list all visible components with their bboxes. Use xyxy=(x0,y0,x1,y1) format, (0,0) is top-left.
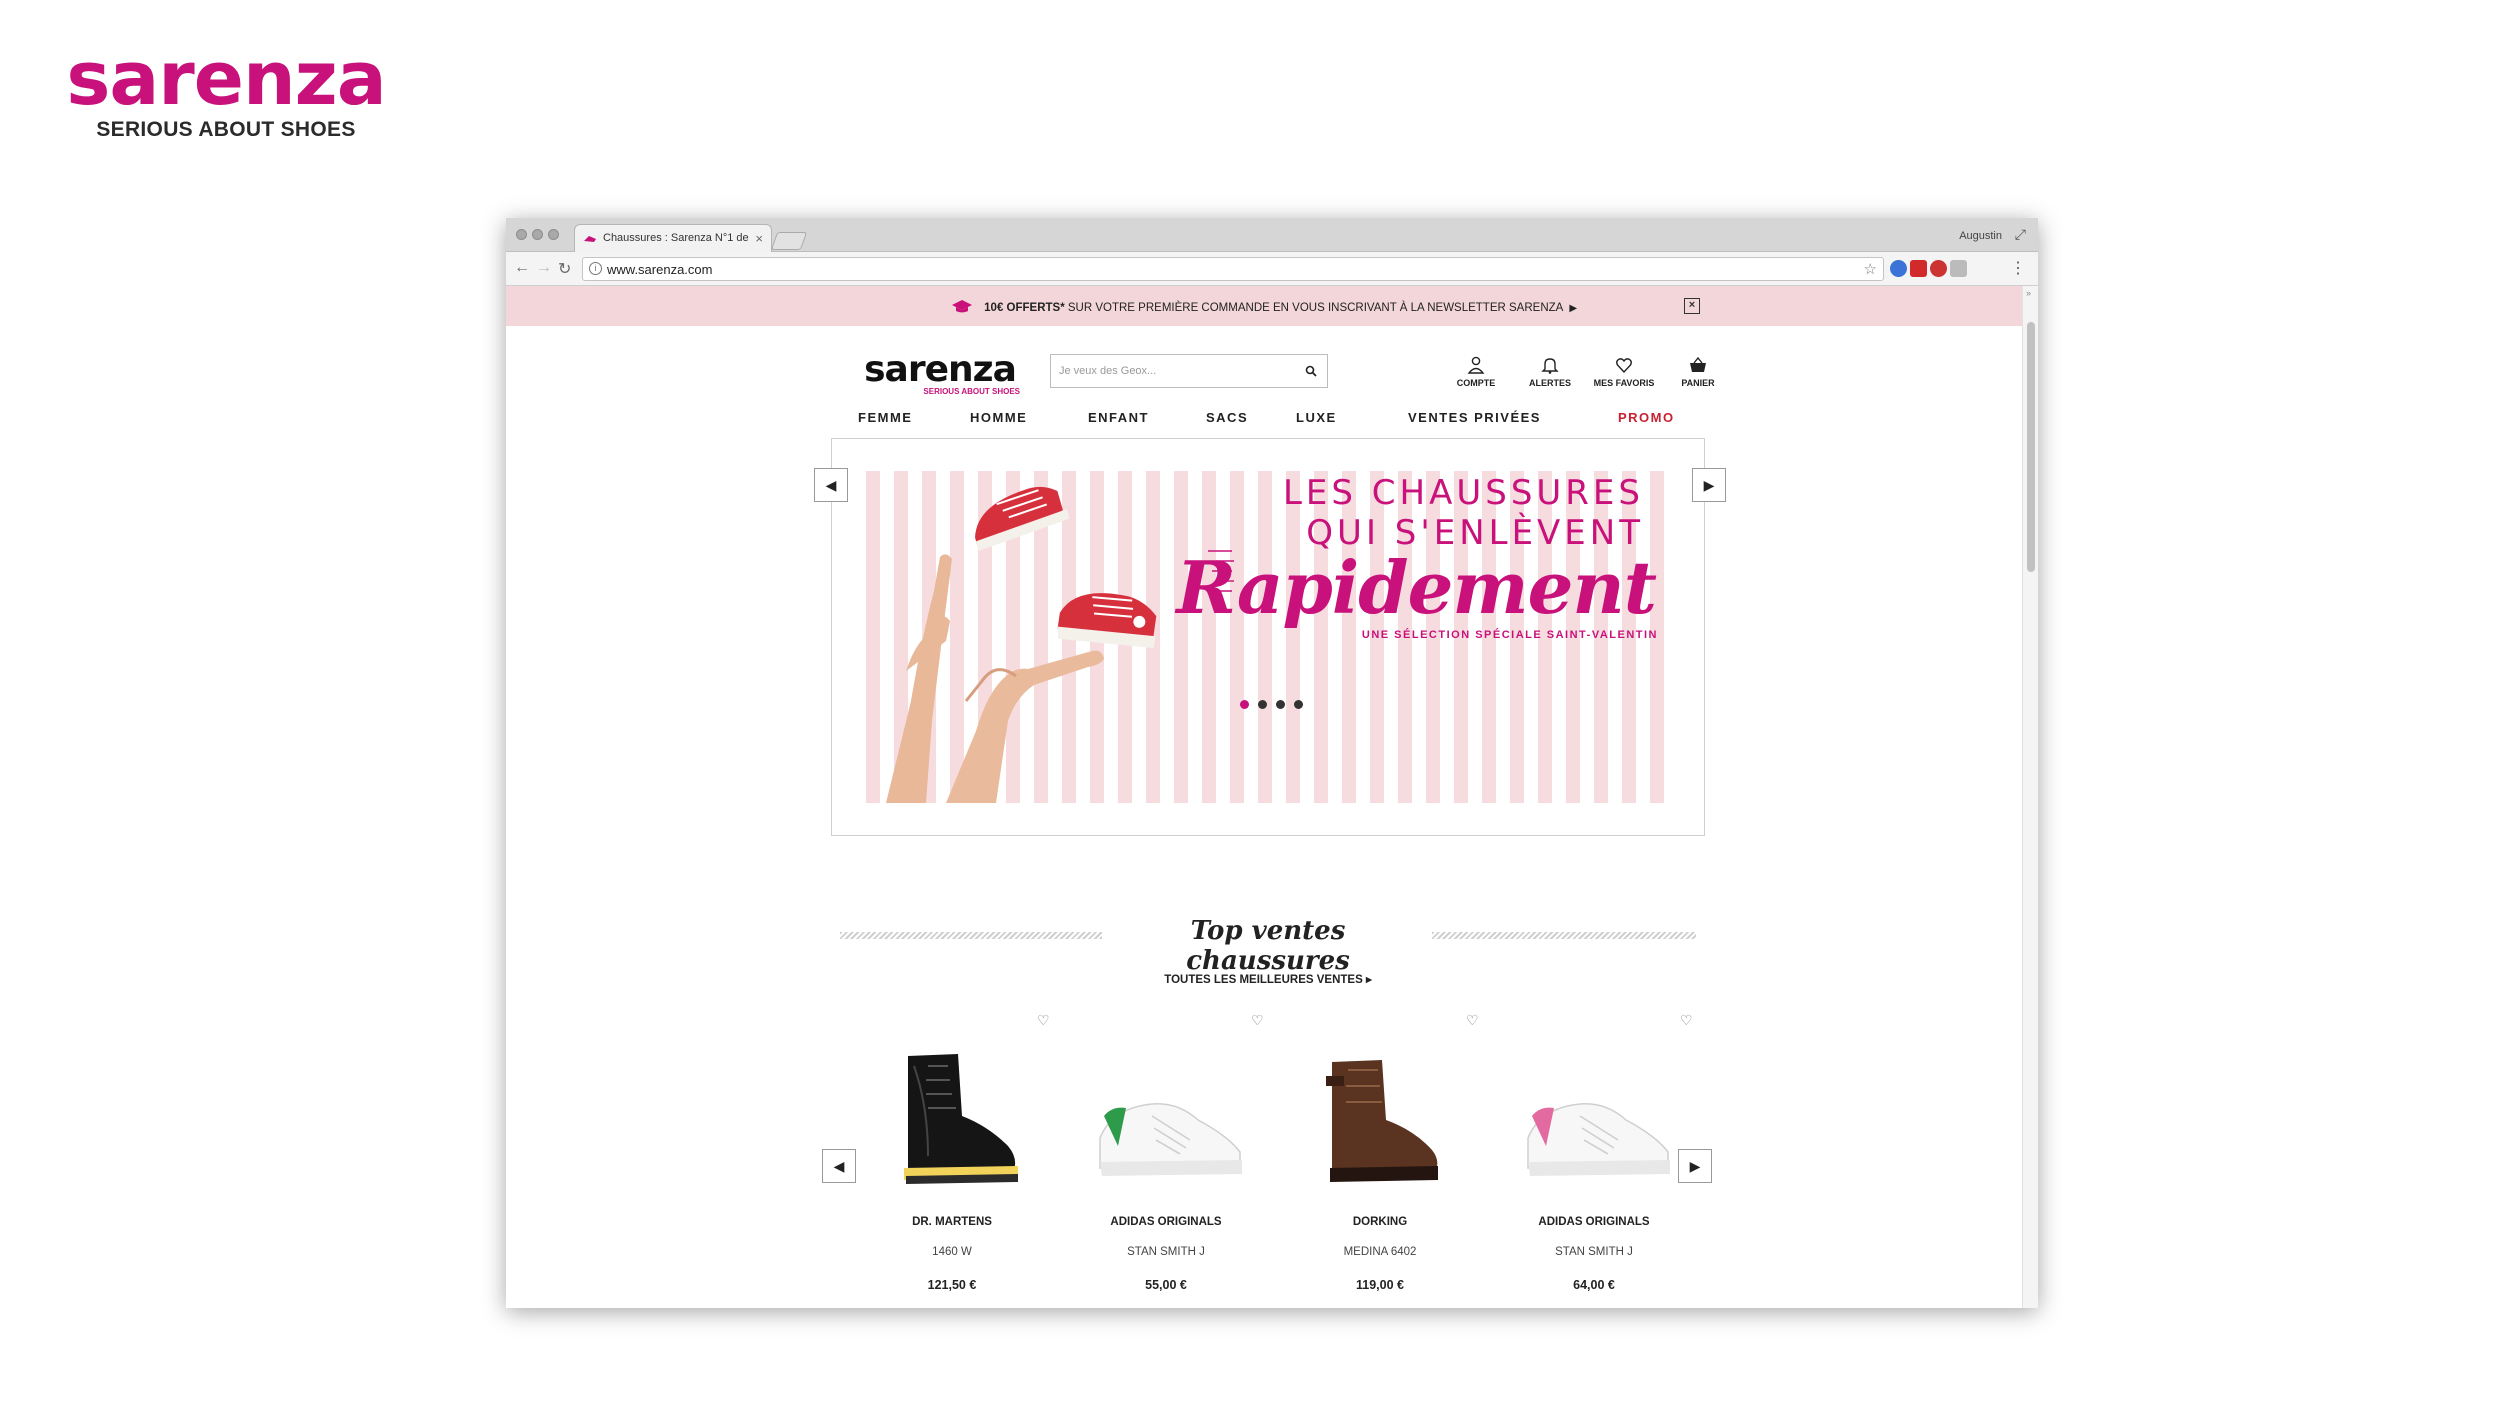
bookmark-star-icon[interactable]: ☆ xyxy=(1864,260,1877,278)
section-title: Top ventes chaussures xyxy=(1186,916,1350,976)
browser-tab[interactable]: Chaussures : Sarenza N°1 de × xyxy=(574,224,772,252)
nav-ventes-privees[interactable]: VENTES PRIVÉES xyxy=(1408,410,1541,425)
nav-luxe[interactable]: LUXE xyxy=(1296,410,1337,425)
extension-icon[interactable] xyxy=(1930,260,1947,277)
product-image[interactable] xyxy=(1082,1046,1252,1196)
search-input[interactable]: Je veux des Geox... xyxy=(1050,354,1328,388)
hero-banner-image[interactable]: LES CHAUSSURES QUI S'ENLÈVENT Rapidement… xyxy=(866,471,1670,803)
products-next-button[interactable]: ▶ xyxy=(1678,1149,1712,1183)
product-model[interactable]: 1460 W xyxy=(852,1246,1052,1258)
alerts-label: ALERTES xyxy=(1528,378,1571,388)
sarenza-favicon-icon xyxy=(584,236,596,242)
back-icon[interactable]: ← xyxy=(514,259,530,277)
product-price: 55,00 € xyxy=(1145,1278,1187,1292)
brand-tagline: SERIOUS ABOUT SHOES xyxy=(96,118,356,141)
hero-prev-button[interactable]: ◀ xyxy=(814,468,848,502)
search-placeholder: Je veux des Geox... xyxy=(1059,365,1157,377)
browser-profile-name[interactable]: Augustin xyxy=(1959,230,2002,242)
extension-icon[interactable] xyxy=(1890,260,1907,277)
hero-subtitle: UNE SÉLECTION SPÉCIALE SAINT-VALENTIN xyxy=(1361,629,1658,641)
site-info-icon[interactable]: i xyxy=(589,262,602,275)
favorite-heart-icon[interactable]: ♡ xyxy=(1251,1012,1264,1029)
browser-menu-icon[interactable]: ⋮ xyxy=(2010,258,2026,278)
product-brand[interactable]: DORKING xyxy=(1280,1216,1480,1228)
nav-sacs[interactable]: SACS xyxy=(1206,410,1248,425)
extension-icon[interactable] xyxy=(1950,260,1967,277)
user-icon xyxy=(1467,356,1485,374)
address-bar-url: www.sarenza.com xyxy=(607,262,713,277)
nav-homme[interactable]: HOMME xyxy=(970,410,1027,425)
nav-enfant[interactable]: ENFANT xyxy=(1088,410,1149,425)
cart-label: PANIER xyxy=(1681,378,1715,388)
section-divider xyxy=(1432,932,1696,939)
account-link[interactable]: COMPTE xyxy=(1440,356,1512,388)
graduation-cap-icon xyxy=(951,300,972,313)
product-price: 119,00 € xyxy=(1356,1278,1404,1292)
new-tab-button[interactable] xyxy=(770,232,808,250)
brand-logo: sarenza xyxy=(66,36,386,122)
arrow-right-icon: ▶ xyxy=(1569,303,1578,314)
tab-close-icon[interactable]: × xyxy=(755,231,763,246)
hero-headline-rapidement: Rapidement xyxy=(1176,545,1657,630)
product-model[interactable]: STAN SMITH J xyxy=(1066,1246,1266,1258)
site-logo[interactable]: sarenza SERIOUS ABOUT SHOES xyxy=(854,349,1026,397)
section-divider xyxy=(840,932,1102,939)
hero-next-button[interactable]: ▶ xyxy=(1692,468,1726,502)
browser-titlebar: Chaussures : Sarenza N°1 de × Augustin ⤢ xyxy=(506,218,2038,252)
scrollbar-thumb[interactable] xyxy=(2027,322,2035,572)
site-logo-word: sarenza xyxy=(864,349,1017,390)
carousel-dot[interactable] xyxy=(1294,700,1303,709)
favorite-heart-icon[interactable]: ♡ xyxy=(1037,1012,1050,1029)
page-viewport: 10€ OFFERTS* SUR VOTRE PREMIÈRE COMMANDE… xyxy=(506,286,2022,1308)
zoom-window-button[interactable] xyxy=(548,229,559,240)
account-label: COMPTE xyxy=(1456,378,1496,388)
extension-icon[interactable] xyxy=(1910,260,1927,277)
newsletter-close-button[interactable]: × xyxy=(1684,298,1700,314)
heart-icon xyxy=(1616,358,1632,374)
alerts-link[interactable]: ALERTES xyxy=(1514,356,1586,388)
page-scrollbar[interactable]: » xyxy=(2022,286,2038,1308)
product-brand[interactable]: ADIDAS ORIGINALS xyxy=(1066,1216,1266,1228)
brand-logo-block: sarenza SERIOUS ABOUT SHOES xyxy=(56,42,396,142)
fullscreen-icon[interactable]: ⤢ xyxy=(2015,226,2026,243)
newsletter-banner[interactable]: 10€ OFFERTS* SUR VOTRE PREMIÈRE COMMANDE… xyxy=(506,286,2022,326)
product-brand[interactable]: ADIDAS ORIGINALS xyxy=(1494,1216,1694,1228)
product-price: 121,50 € xyxy=(927,1278,977,1292)
carousel-dot[interactable] xyxy=(1258,700,1267,709)
forward-icon[interactable]: → xyxy=(536,259,552,277)
address-bar[interactable]: i www.sarenza.com ☆ xyxy=(582,257,1884,281)
product-model[interactable]: MEDINA 6402 xyxy=(1280,1246,1480,1258)
scroll-up-icon[interactable]: » xyxy=(2026,288,2031,298)
bell-icon xyxy=(1541,358,1559,374)
products-prev-button[interactable]: ◀ xyxy=(822,1149,856,1183)
nav-femme[interactable]: FEMME xyxy=(858,410,912,425)
nav-promo[interactable]: PROMO xyxy=(1618,410,1675,425)
favorite-heart-icon[interactable]: ♡ xyxy=(1680,1012,1693,1029)
favorite-heart-icon[interactable]: ♡ xyxy=(1466,1012,1479,1029)
hero-headline-line1: LES CHAUSSURES xyxy=(1282,473,1644,513)
carousel-dot[interactable] xyxy=(1240,700,1249,709)
product-image[interactable] xyxy=(1296,1046,1466,1196)
hero-carousel[interactable]: LES CHAUSSURES QUI S'ENLÈVENT Rapidement… xyxy=(831,438,1705,836)
favorites-label: MES FAVORIS xyxy=(1593,378,1655,388)
favorites-link[interactable]: MES FAVORIS xyxy=(1588,356,1660,388)
carousel-dot[interactable] xyxy=(1276,700,1285,709)
product-model[interactable]: STAN SMITH J xyxy=(1494,1246,1694,1258)
search-icon[interactable] xyxy=(1305,365,1317,377)
minimize-window-button[interactable] xyxy=(532,229,543,240)
basket-icon xyxy=(1690,356,1706,372)
newsletter-text: SUR VOTRE PREMIÈRE COMMANDE EN VOUS INSC… xyxy=(1064,302,1564,314)
product-price: 64,00 € xyxy=(1573,1278,1615,1292)
tab-title: Chaussures : Sarenza N°1 de xyxy=(603,232,749,244)
product-brand[interactable]: DR. MARTENS xyxy=(852,1216,1052,1228)
all-best-sellers-link[interactable]: TOUTES LES MEILLEURES VENTES ▸ xyxy=(1118,972,1418,986)
newsletter-offer: 10€ OFFERTS* xyxy=(984,302,1065,314)
reload-icon[interactable]: ↻ xyxy=(558,259,571,279)
product-image[interactable] xyxy=(1510,1046,1680,1196)
product-image[interactable] xyxy=(868,1046,1038,1196)
browser-toolbar: ← → ↻ i www.sarenza.com ☆ ⋮ xyxy=(506,252,2038,286)
close-window-button[interactable] xyxy=(516,229,527,240)
browser-window: Chaussures : Sarenza N°1 de × Augustin ⤢… xyxy=(506,218,2038,1308)
cart-link[interactable]: PANIER xyxy=(1662,356,1734,388)
